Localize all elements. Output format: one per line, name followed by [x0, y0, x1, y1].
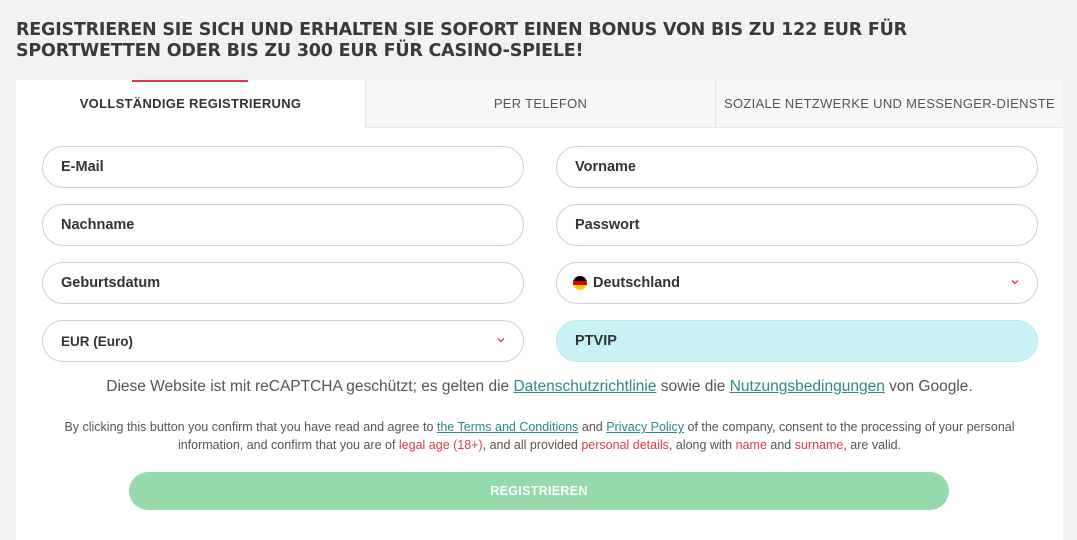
- tab-by-phone[interactable]: PER TELEFON: [365, 80, 715, 128]
- captcha-text-3: von Google.: [884, 378, 973, 395]
- chevron-down-icon: [1011, 280, 1019, 285]
- privacy-policy-link[interactable]: Privacy Policy: [606, 420, 684, 434]
- surname-text: surname: [794, 438, 844, 452]
- chevron-down-icon: [497, 338, 505, 343]
- tab-full-registration[interactable]: VOLLSTÄNDIGE REGISTRIERUNG: [16, 80, 365, 128]
- legal-disclaimer: By clicking this button you confirm that…: [36, 418, 1043, 454]
- currency-select[interactable]: EUR (Euro): [42, 320, 524, 362]
- personal-details-text: personal details: [581, 438, 669, 452]
- captcha-privacy-link[interactable]: Datenschutzrichtlinie: [513, 378, 656, 395]
- page-headline: REGISTRIEREN SIE SICH UND ERHALTEN SIE S…: [16, 20, 907, 61]
- legal-text-6: and: [766, 438, 795, 452]
- last-name-field[interactable]: Nachname: [42, 204, 524, 246]
- promo-code-field[interactable]: PTVIP: [556, 320, 1038, 362]
- email-field[interactable]: E-Mail: [42, 146, 524, 188]
- first-name-placeholder: Vorname: [575, 159, 636, 175]
- terms-link[interactable]: the Terms and Conditions: [437, 420, 579, 434]
- captcha-text-2: sowie die: [656, 378, 730, 395]
- captcha-terms-link[interactable]: Nutzungsbedingungen: [730, 378, 885, 395]
- legal-text-1: By clicking this button you confirm that…: [64, 420, 437, 434]
- country-select[interactable]: Deutschland: [556, 262, 1038, 304]
- captcha-text-1: Diese Website ist mit reCAPTCHA geschütz…: [106, 378, 514, 395]
- promo-code-value: PTVIP: [575, 333, 617, 349]
- legal-text-7: , are valid.: [843, 438, 902, 452]
- register-button[interactable]: REGISTRIEREN: [129, 472, 949, 510]
- legal-text-2: and: [578, 420, 607, 434]
- first-name-field[interactable]: Vorname: [556, 146, 1038, 188]
- password-field[interactable]: Passwort: [556, 204, 1038, 246]
- currency-value: EUR (Euro): [61, 333, 133, 349]
- birthdate-field[interactable]: Geburtsdatum: [42, 262, 524, 304]
- recaptcha-notice: Diese Website ist mit reCAPTCHA geschütz…: [16, 378, 1063, 396]
- country-value: Deutschland: [593, 275, 681, 291]
- germany-flag-icon: [573, 276, 587, 290]
- last-name-placeholder: Nachname: [61, 217, 135, 233]
- registration-tabs: VOLLSTÄNDIGE REGISTRIERUNG PER TELEFON S…: [16, 80, 1063, 129]
- legal-text-4: , and all provided: [482, 438, 582, 452]
- legal-text-5: , along with: [668, 438, 736, 452]
- legal-age-text: legal age (18+): [398, 438, 483, 452]
- password-placeholder: Passwort: [575, 217, 640, 233]
- birthdate-placeholder: Geburtsdatum: [61, 275, 161, 291]
- name-text: name: [735, 438, 767, 452]
- registration-panel: VOLLSTÄNDIGE REGISTRIERUNG PER TELEFON S…: [16, 80, 1063, 540]
- tab-social-networks[interactable]: SOZIALE NETZWERKE UND MESSENGER-DIENSTE: [715, 80, 1063, 128]
- email-placeholder: E-Mail: [61, 159, 104, 175]
